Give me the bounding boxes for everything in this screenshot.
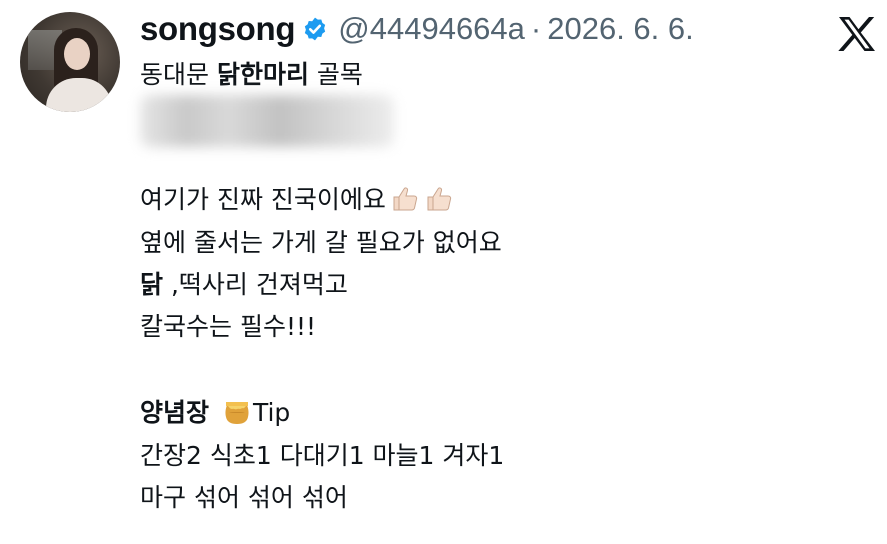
tweet-line-1: 동대문 닭한마리 골목 bbox=[140, 58, 363, 92]
thumbs-up-icon bbox=[424, 184, 454, 223]
tweet-line-6: 양념장 Tip bbox=[140, 395, 290, 436]
tweet-line-4: 닭 ,떡사리 건져먹고 bbox=[140, 268, 348, 302]
text-segment: 마구 섞어 섞어 섞어 bbox=[140, 483, 348, 512]
text-segment: 골목 bbox=[308, 60, 363, 89]
text-segment: 칼국수는 필수!!! bbox=[140, 312, 317, 341]
blurred-redaction bbox=[140, 95, 394, 147]
tweet-line-5: 칼국수는 필수!!! bbox=[140, 310, 316, 344]
meta-separator: · bbox=[530, 11, 542, 46]
post-date[interactable]: 2026. 6. 6. bbox=[547, 11, 694, 47]
text-segment: Tip bbox=[252, 398, 291, 427]
text-segment: ,떡사리 건져먹고 bbox=[163, 270, 348, 299]
avatar-face bbox=[64, 38, 90, 70]
avatar[interactable] bbox=[20, 12, 120, 112]
verified-badge-icon bbox=[302, 16, 328, 42]
text-segment: 여기가 진짜 진국이에요 bbox=[140, 185, 386, 214]
tweet-header: songsong @44494664a · 2026. 6. 6. bbox=[140, 8, 694, 50]
tweet-line-2: 여기가 진짜 진국이에요 bbox=[140, 183, 454, 223]
display-name[interactable]: songsong bbox=[140, 10, 296, 48]
tweet-line-3: 옆에 줄서는 가게 갈 필요가 없어요 bbox=[140, 226, 502, 260]
x-logo-icon[interactable] bbox=[838, 16, 876, 52]
thumbs-up-icon bbox=[390, 184, 420, 223]
bold-keyword: 닭한마리 bbox=[216, 60, 309, 89]
text-segment: 동대문 bbox=[140, 60, 217, 89]
bold-keyword: 양념장 bbox=[140, 398, 210, 427]
tweet-line-8: 마구 섞어 섞어 섞어 bbox=[140, 481, 348, 515]
honey-pot-icon bbox=[221, 395, 253, 436]
bold-keyword: 닭 bbox=[140, 270, 164, 299]
text-segment: 간장2 식초1 다대기1 마늘1 겨자1 bbox=[140, 441, 505, 470]
tweet-line-7: 간장2 식초1 다대기1 마늘1 겨자1 bbox=[140, 439, 504, 473]
user-handle[interactable]: @44494664a bbox=[338, 11, 525, 47]
text-segment: 옆에 줄서는 가게 갈 필요가 없어요 bbox=[140, 228, 502, 257]
